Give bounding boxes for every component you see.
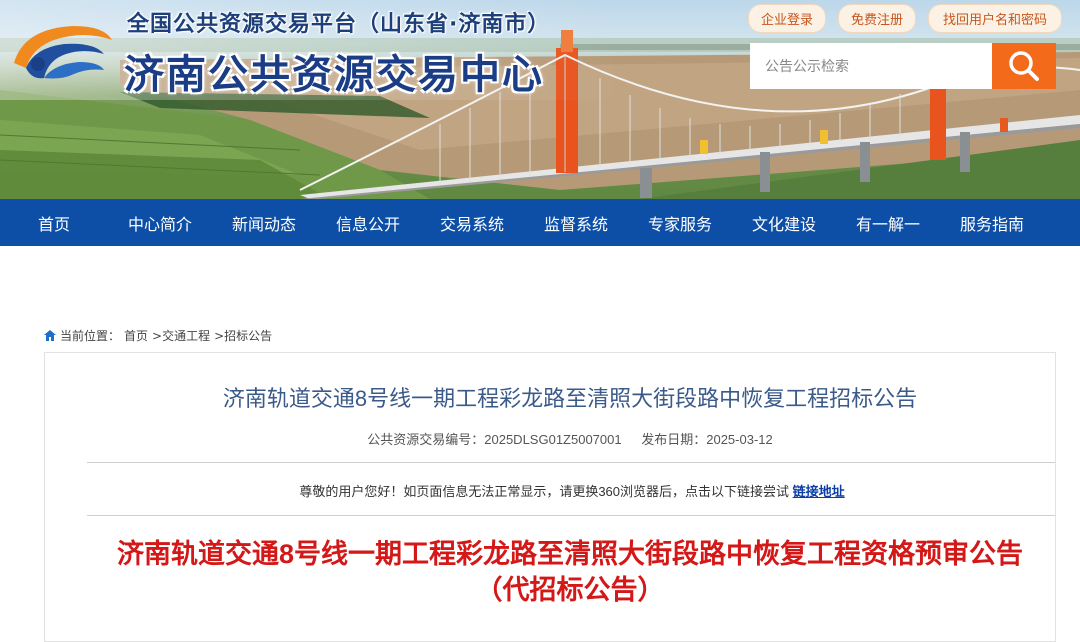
browser-notice-link[interactable]: 链接地址 [793, 484, 845, 499]
nav-item-disclosure[interactable]: 信息公开 [316, 211, 420, 235]
search-box [750, 43, 1056, 89]
browser-notice: 尊敬的用户您好！如页面信息无法正常显示，请更换360浏览器后，点击以下链接尝试 … [0, 481, 1080, 500]
search-input[interactable] [750, 43, 992, 89]
recover-account-link[interactable]: 找回用户名和密码 [927, 4, 1062, 33]
publish-date: 发布日期：2025-03-12 [641, 432, 773, 447]
announcement-headline-line1: 济南轨道交通8号线一期工程彩龙路至清照大街段路中恢复工程资格预审公告 [116, 539, 1023, 569]
logo-icon [14, 26, 112, 79]
platform-subtitle: 全国公共资源交易平台（山东省·济南市） [127, 12, 551, 37]
browser-notice-text: 尊敬的用户您好！如页面信息无法正常显示，请更换360浏览器后，点击以下链接尝试 [299, 484, 790, 499]
header-banner: 全国公共资源交易平台（山东省·济南市） 济南公共资源交易中心 企业登录 免费注册… [0, 0, 1080, 199]
breadcrumb-traffic-engineering[interactable]: >交通工程 [152, 327, 210, 344]
nav-item-about[interactable]: 中心简介 [108, 211, 212, 235]
nav-item-expert-service[interactable]: 专家服务 [628, 211, 732, 235]
nav-item-service-guide[interactable]: 服务指南 [940, 211, 1044, 235]
free-register-link[interactable]: 免费注册 [837, 4, 916, 33]
breadcrumb-home[interactable]: 首页 [124, 327, 148, 344]
nav-item-solve-one[interactable]: 有一解一 [836, 211, 940, 235]
nav-item-trading-system[interactable]: 交易系统 [420, 211, 524, 235]
divider [87, 515, 1055, 516]
site-title: 济南公共资源交易中心 [124, 52, 544, 98]
nav-item-culture[interactable]: 文化建设 [732, 211, 836, 235]
breadcrumb-prefix: 当前位置： [60, 329, 121, 343]
breadcrumb: 当前位置： 首页 >交通工程 >招标公告 [44, 327, 272, 344]
trade-code: 公共资源交易编号：2025DLSG01Z5007001 [367, 432, 622, 447]
announcement-headline-line2: （代招标公告） [475, 575, 665, 605]
main-nav: 首页 中心简介 新闻动态 信息公开 交易系统 监督系统 专家服务 文化建设 有一… [0, 199, 1080, 246]
home-icon [44, 330, 56, 341]
announcement-headline: 济南轨道交通8号线一期工程彩龙路至清照大街段路中恢复工程资格预审公告 （代招标公… [0, 536, 1080, 608]
nav-item-supervision[interactable]: 监督系统 [524, 211, 628, 235]
breadcrumb-tender-notice[interactable]: >招标公告 [214, 327, 272, 344]
search-button[interactable] [992, 43, 1056, 89]
enterprise-login-link[interactable]: 企业登录 [747, 4, 826, 33]
divider [87, 462, 1055, 463]
article-meta: 公共资源交易编号：2025DLSG01Z5007001 发布日期：2025-03… [0, 429, 1080, 448]
nav-item-home[interactable]: 首页 [0, 211, 108, 235]
search-icon [1009, 51, 1039, 81]
article-title: 济南轨道交通8号线一期工程彩龙路至清照大街段路中恢复工程招标公告 [222, 386, 918, 411]
nav-item-news[interactable]: 新闻动态 [212, 211, 316, 235]
top-links: 企业登录 免费注册 找回用户名和密码 [747, 4, 1062, 33]
